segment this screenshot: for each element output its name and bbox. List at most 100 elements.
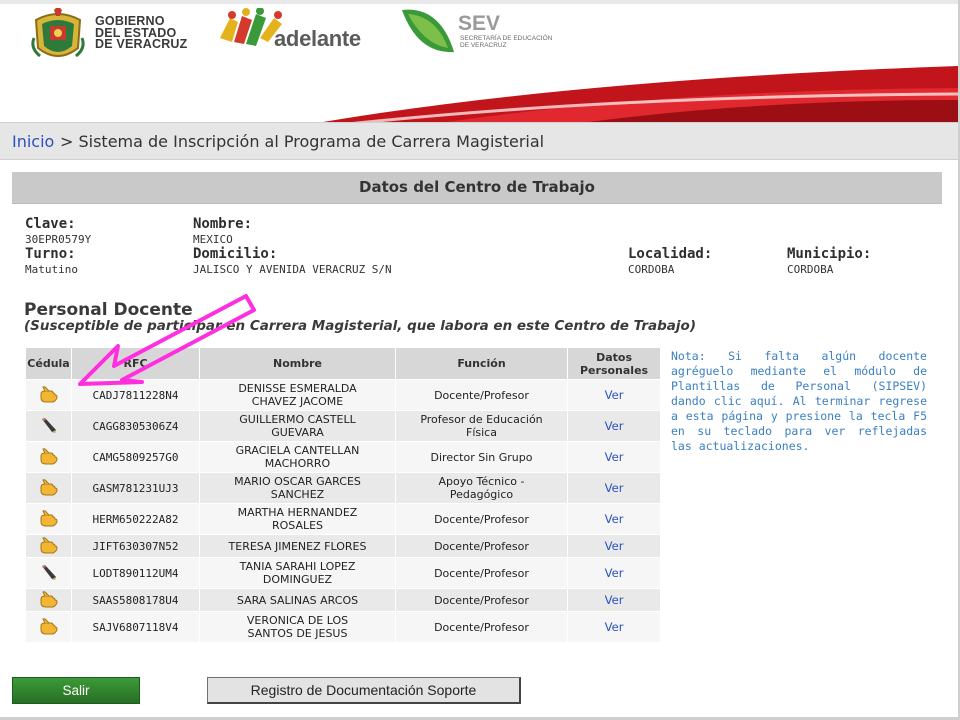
hand-point-icon[interactable]	[39, 591, 59, 609]
nombre-line: DENISSE ESMERALDA	[238, 382, 357, 395]
funcion-cell: Director Sin Grupo	[395, 441, 568, 473]
hand-point-icon[interactable]	[39, 386, 59, 404]
rfc-cell: SAAS5808178U4	[71, 588, 200, 612]
nombre-cell: TERESA JIMENEZ FLORES	[199, 534, 396, 558]
section-title: Datos del Centro de Trabajo	[359, 178, 595, 196]
table-row: GASM781231UJ3 MARIO OSCAR GARCES SANCHEZ Ap…	[25, 472, 662, 504]
ver-link[interactable]: Ver	[605, 566, 624, 580]
cedula-cell[interactable]	[25, 503, 72, 535]
cedula-cell[interactable]	[25, 611, 72, 643]
pencil-icon[interactable]	[39, 417, 59, 435]
municipio-value: CORDOBA	[787, 263, 834, 276]
salir-button[interactable]: Salir	[12, 677, 140, 704]
datos-personales-cell: Ver	[566, 611, 662, 643]
table-row: HERM650222A82 MARTHA HERNANDEZ ROSALES Doce…	[25, 503, 662, 535]
ver-link[interactable]: Ver	[605, 388, 624, 402]
table-row: SAAS5808178U4 SARA SALINAS ARCOS Docente/P…	[25, 588, 662, 612]
rfc-cell: LODT890112UM4	[71, 557, 200, 589]
sev-subtitle-line: SECRETARÍA DE EDUCACIÓN	[460, 35, 553, 42]
ver-link[interactable]: Ver	[605, 539, 624, 553]
table-row: SAJV6807118V4 VERONICA DE LOS SANTOS DE JE…	[25, 611, 662, 643]
cedula-cell[interactable]	[25, 534, 72, 558]
datos-personales-cell: Ver	[566, 557, 662, 589]
col-header-funcion: Función	[395, 347, 568, 380]
funcion-cell: Docente/Profesor	[395, 557, 568, 589]
nombre-cell: DENISSE ESMERALDA CHAVEZ JACOME	[199, 379, 396, 411]
datos-personales-cell: Ver	[566, 534, 662, 558]
funcion-cell: Docente/Profesor	[395, 534, 568, 558]
adelante-logo-text: adelante	[274, 26, 361, 51]
funcion-line: Docente/Profesor	[434, 388, 529, 402]
ver-link[interactable]: Ver	[605, 593, 624, 607]
rfc-cell: CAMG5809257G0	[71, 441, 200, 473]
table-row: JIFT630307N52 TERESA JIMENEZ FLORES Docent…	[25, 534, 662, 558]
ver-link[interactable]: Ver	[605, 481, 624, 495]
cedula-cell[interactable]	[25, 588, 72, 612]
funcion-line: Física	[466, 426, 497, 439]
hand-point-icon[interactable]	[39, 448, 59, 466]
turno-label: Turno:	[25, 246, 76, 262]
clave-label: Clave:	[25, 216, 76, 232]
nombre-cell: SARA SALINAS ARCOS	[199, 588, 396, 612]
table-row: CADJ7811228N4 DENISSE ESMERALDA CHAVEZ JAC…	[25, 379, 662, 411]
gov-text-line: DE VERACRUZ	[95, 37, 188, 51]
col-header-nombre: Nombre	[199, 347, 396, 380]
hand-point-icon[interactable]	[39, 510, 59, 528]
cedula-cell[interactable]	[25, 441, 72, 473]
table-row: CAMG5809257G0 GRACIELA CANTELLAN MACHORRO D…	[25, 441, 662, 473]
breadcrumb-current: > Sistema de Inscripción al Programa de …	[60, 132, 545, 151]
funcion-line: Docente/Profesor	[434, 593, 529, 607]
nombre-line: CHAVEZ JACOME	[251, 395, 344, 408]
personal-table: Cédula RFC Nombre Función Datos Personal…	[25, 347, 662, 643]
ver-link[interactable]: Ver	[605, 450, 624, 464]
nombre-line: GRACIELA CANTELLAN	[235, 444, 360, 457]
cedula-cell[interactable]	[25, 472, 72, 504]
nombre-line: GUEVARA	[271, 426, 324, 439]
datos-personales-cell: Ver	[566, 441, 662, 473]
datos-personales-cell: Ver	[566, 588, 662, 612]
nombre-value: MEXICO	[193, 233, 233, 246]
breadcrumb-home-link[interactable]: Inicio	[12, 132, 54, 151]
table-header-row: Cédula RFC Nombre Función Datos Personal…	[25, 347, 662, 380]
funcion-cell: Docente/Profesor	[395, 379, 568, 411]
funcion-line: Docente/Profesor	[434, 620, 529, 634]
rfc-cell: CADJ7811228N4	[71, 379, 200, 411]
rfc-cell: CAGG8305306Z4	[71, 410, 200, 442]
cedula-cell[interactable]	[25, 557, 72, 589]
registro-documentacion-button[interactable]: Registro de Documentación Soporte	[207, 677, 521, 704]
hand-point-icon[interactable]	[39, 618, 59, 636]
nombre-line: SANTOS DE JESUS	[247, 627, 348, 640]
funcion-line: Profesor de Educación	[420, 413, 543, 426]
nombre-line: VERONICA DE LOS	[246, 614, 349, 627]
nombre-cell: MARTHA HERNANDEZ ROSALES	[199, 503, 396, 535]
ver-link[interactable]: Ver	[605, 620, 624, 634]
nombre-line: TANIA SARAHI LOPEZ	[239, 560, 356, 573]
ver-link[interactable]: Ver	[605, 512, 624, 526]
rfc-cell: GASM781231UJ3	[71, 472, 200, 504]
nombre-cell: GUILLERMO CASTELL GUEVARA	[199, 410, 396, 442]
datos-personales-cell: Ver	[566, 379, 662, 411]
clave-value: 30EPR0579Y	[25, 233, 92, 246]
nombre-line: SANCHEZ	[270, 488, 325, 501]
nombre-line: TERESA JIMENEZ FLORES	[228, 539, 367, 553]
funcion-cell: Docente/Profesor	[395, 503, 568, 535]
site-header: GOBIERNO DEL ESTADO DE VERACRUZ adelante…	[0, 4, 958, 126]
pencil-icon[interactable]	[39, 564, 59, 582]
hand-point-icon[interactable]	[39, 479, 59, 497]
veracruz-coat-of-arms-icon	[31, 8, 85, 58]
ver-link[interactable]: Ver	[605, 419, 624, 433]
personal-docente-subtitle: (Susceptible de participar en Carrera Ma…	[24, 318, 696, 334]
funcion-line: Docente/Profesor	[434, 566, 529, 580]
sev-subtitle-line: DE VERACRUZ	[460, 42, 507, 49]
nombre-line: SARA SALINAS ARCOS	[236, 593, 359, 607]
col-header-cedula: Cédula	[25, 347, 72, 380]
sev-title: SEV	[458, 12, 501, 35]
funcion-cell: Apoyo Técnico - Pedagógico	[395, 472, 568, 504]
cedula-cell[interactable]	[25, 379, 72, 411]
datos-personales-cell: Ver	[566, 472, 662, 504]
rfc-cell: HERM650222A82	[71, 503, 200, 535]
header-swoosh-graphic	[300, 66, 958, 126]
domicilio-value: JALISCO Y AVENIDA VERACRUZ S/N	[193, 263, 392, 276]
cedula-cell[interactable]	[25, 410, 72, 442]
hand-point-icon[interactable]	[39, 537, 59, 555]
